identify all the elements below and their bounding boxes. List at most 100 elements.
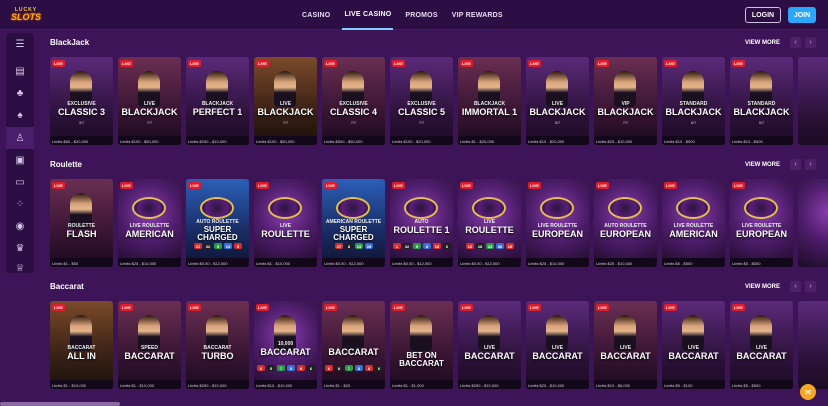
bet-limits: Limits $0.50 - $12,500 <box>188 261 228 266</box>
result-ball: 6 <box>257 365 265 371</box>
player-count: 7/7 <box>146 120 153 125</box>
game-card[interactable]: LIVE LIVE BACCARAT Limits $10 - $5,000 <box>594 301 657 389</box>
game-card[interactable]: LIVE LIVE ROULETTE EUROPEAN Limits $5 - $50… <box>730 179 793 267</box>
game-card[interactable]: LIVE LIVE BLACKJACK 7/7 Limits $100 - $50,00… <box>254 57 317 145</box>
bet-limits: Limits $25 - $10,000 <box>528 261 565 266</box>
player-count: 3/7 <box>78 120 85 125</box>
next-arrow-icon[interactable]: › <box>805 37 816 48</box>
game-card[interactable]: LIVE LIVE ROULETTE 13 28 23 36 19 Limits $0.50 -… <box>458 179 521 267</box>
game-card[interactable]: LIVE EXCLUSIVE CLASSIC 4 7/7 Limits $500 - $… <box>322 57 385 145</box>
game-card[interactable]: LIVE LIVE ROULETTE Limits $1 - $10,000 <box>254 179 317 267</box>
chat-icon[interactable]: ✉ <box>800 384 816 400</box>
game-card[interactable] <box>798 57 828 145</box>
game-card[interactable]: LIVE AUTO ROULETTE EUROPEAN Limits $25 - $1… <box>594 179 657 267</box>
view-more-roulette[interactable]: VIEW MORE <box>745 162 780 168</box>
live-badge: LIVE <box>460 304 473 311</box>
game-card[interactable]: LIVE LIVE BLACKJACK 5/7 Limits $10 - $20,000 <box>526 57 589 145</box>
live-badge: LIVE <box>596 182 609 189</box>
crown-icon[interactable]: ♕ <box>6 257 34 279</box>
game-card[interactable]: LIVE ROULETTE FLASH Limits $1 - $50 <box>50 179 113 267</box>
game-card[interactable]: LIVE BET ON BACCARAT Limits $1 - $1,000 <box>390 301 453 389</box>
result-ball: 6 <box>307 365 315 371</box>
game-card[interactable]: LIVE AUTO ROULETTE SUPER CHARGED 21 32 5 14 5 Li… <box>186 179 249 267</box>
game-card[interactable]: LIVE LIVE BACCARAT Limits $250 - $10,000 <box>458 301 521 389</box>
game-card[interactable]: LIVE BACCARAT ALL IN Limits $1 - $10,000 <box>50 301 113 389</box>
view-more-blackjack[interactable]: VIEW MORE <box>745 40 780 46</box>
login-button[interactable]: LOGIN <box>745 7 781 23</box>
game-card[interactable]: LIVE LIVE BLACKJACK 7/7 Limits $100 - $50,00… <box>118 57 181 145</box>
limits-bar: Limits $10 - $500 <box>730 136 793 145</box>
game-card[interactable]: LIVE LIVE BACCARAT Limits $5 - $500 <box>730 301 793 389</box>
roulette-game-row: LIVE ROULETTE FLASH Limits $1 - $50 LIVE LIVE… <box>50 179 828 267</box>
nav-casino[interactable]: CASINO <box>300 0 332 30</box>
bet-limits: Limits $0.50 - $12,500 <box>460 261 500 266</box>
join-button[interactable]: JOIN <box>788 7 816 23</box>
game-card[interactable]: LIVE LIVE ROULETTE EUROPEAN Limits $25 - $1… <box>526 179 589 267</box>
game-card[interactable]: LIVE VIP BLACKJACK 7/7 Limits $25 - $10,000 <box>594 57 657 145</box>
bet-limits: Limits $0.50 - $12,500 <box>392 261 432 266</box>
live-badge: LIVE <box>120 182 133 189</box>
result-ball: 8 <box>365 365 373 371</box>
game-card[interactable]: LIVE LIVE ROULETTE AMERICAN Limits $5 - $50… <box>662 179 725 267</box>
horizontal-scrollbar[interactable] <box>0 402 120 406</box>
game-card[interactable]: LIVE EXCLUSIVE CLASSIC 3 3/7 Limits $50 - $2… <box>50 57 113 145</box>
cards-icon[interactable]: ▣ <box>6 149 34 171</box>
cherries-icon[interactable]: ♣ <box>6 82 34 104</box>
game-card[interactable]: LIVE BACCARAT 6 8 7 8 8 6 Limits $1 - $20 <box>322 301 385 389</box>
nav-live-casino[interactable]: LIVE CASINO <box>342 0 394 30</box>
game-title: CLASSIC 4 <box>329 107 377 117</box>
game-card[interactable]: LIVE AMERICAN ROULETTE SUPER CHARGED 27 8 23 2… <box>322 179 385 267</box>
monitor-icon[interactable]: ▭ <box>6 171 34 193</box>
result-ball: 8 <box>345 243 353 249</box>
game-card[interactable]: LIVE AUTO ROULETTE 1 1 32 9 8 16 6 Limits $0.50 -… <box>390 179 453 267</box>
slots-icon[interactable]: ▤ <box>6 60 34 82</box>
game-card[interactable]: LIVE STANDARD BLACKJACK 5/7 Limits $10 - $50… <box>730 57 793 145</box>
bet-limits: Limits $1 - $20,000 <box>460 139 495 144</box>
game-card[interactable]: LIVE LIVE ROULETTE AMERICAN Limits $25 - $1… <box>118 179 181 267</box>
player-count: 5/7 <box>758 120 765 125</box>
game-title: BACCARAT <box>260 347 311 357</box>
game-card[interactable]: LIVE 10,000 BACCARAT 6 5 7 5 8 6 Limits $10 - $10… <box>254 301 317 389</box>
prev-arrow-icon[interactable]: ‹ <box>790 37 801 48</box>
game-card[interactable] <box>798 301 828 389</box>
result-ball: 13 <box>466 243 474 249</box>
dice-icon[interactable]: ⁘ <box>6 193 34 215</box>
game-card[interactable]: LIVE BLACKJACK PERFECT 1 Limits $250 - $10,… <box>186 57 249 145</box>
live-badge: LIVE <box>596 304 609 311</box>
blackjack-game-row: LIVE EXCLUSIVE CLASSIC 3 3/7 Limits $50 - $2… <box>50 57 828 145</box>
game-card[interactable] <box>798 179 828 267</box>
player-count: 7/7 <box>622 120 629 125</box>
site-logo[interactable]: LUCKY SLOTS <box>11 6 41 24</box>
spade-icon[interactable]: ♠ <box>6 104 34 126</box>
bet-limits: Limits $100 - $20,000 <box>392 139 431 144</box>
nav-vip-rewards[interactable]: VIP REWARDS <box>450 0 505 30</box>
section-title-roulette: Roulette <box>50 160 82 169</box>
limits-bar: Limits $0.50 - $12,500 <box>390 258 453 267</box>
next-arrow-icon[interactable]: › <box>805 281 816 292</box>
live-badge: LIVE <box>528 304 541 311</box>
limits-bar: Limits $10 - $500 <box>662 136 725 145</box>
nav-promos[interactable]: PROMOS <box>403 0 439 30</box>
result-ball: 6 <box>375 365 383 371</box>
live-badge: LIVE <box>52 304 65 311</box>
result-ball: 28 <box>476 243 484 249</box>
prev-arrow-icon[interactable]: ‹ <box>790 281 801 292</box>
bet-limits: Limits $250 - $10,000 <box>460 383 499 388</box>
next-arrow-icon[interactable]: › <box>805 159 816 170</box>
game-card[interactable]: LIVE LIVE BACCARAT Limits $5 - $100 <box>662 301 725 389</box>
result-ball: 36 <box>496 243 504 249</box>
limits-bar: Limits $1 - $50 <box>50 258 113 267</box>
game-card[interactable]: LIVE BACCARAT TURBO Limits $250 - $10,000 <box>186 301 249 389</box>
trophy-icon[interactable]: ♛ <box>6 237 34 259</box>
game-card[interactable]: LIVE SPEED BACCARAT Limits $1 - $10,000 <box>118 301 181 389</box>
game-card[interactable]: LIVE BLACKJACK IMMORTAL 1 Limits $1 - $20,0… <box>458 57 521 145</box>
roulette-wheel-image <box>404 197 438 219</box>
prev-arrow-icon[interactable]: ‹ <box>790 159 801 170</box>
jackpot-icon[interactable]: ◉ <box>6 215 34 237</box>
view-more-baccarat[interactable]: VIEW MORE <box>745 284 780 290</box>
game-card[interactable]: LIVE LIVE BACCARAT Limits $25 - $10,000 <box>526 301 589 389</box>
game-card[interactable]: LIVE EXCLUSIVE CLASSIC 5 7/7 Limits $100 - $… <box>390 57 453 145</box>
menu-icon[interactable]: ☰ <box>6 33 34 55</box>
game-card[interactable]: LIVE STANDARD BLACKJACK 6/7 Limits $10 - $50… <box>662 57 725 145</box>
live-dealer-icon[interactable]: ♙ <box>6 127 34 149</box>
